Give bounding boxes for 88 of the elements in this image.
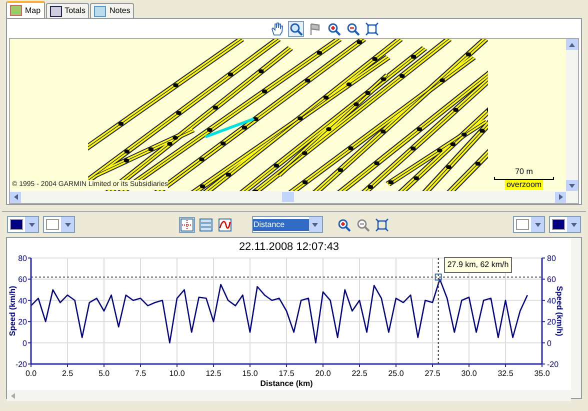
color-dropdown[interactable] bbox=[549, 216, 581, 233]
scroll-left-button[interactable] bbox=[10, 192, 21, 202]
scroll-down-button[interactable] bbox=[566, 180, 578, 191]
notes-icon bbox=[94, 6, 106, 16]
x-tick-label: 15.0 bbox=[242, 369, 258, 378]
y-tick-label: 80 bbox=[547, 254, 556, 263]
x-tick-label: 12.5 bbox=[206, 369, 222, 378]
x-tick-label: 5.0 bbox=[98, 369, 110, 378]
overzoom-label: overzoom bbox=[505, 180, 543, 190]
x-axis-label: Distance (km) bbox=[260, 379, 313, 388]
y-tick-label: 40 bbox=[18, 296, 27, 306]
x-tick-label: 22.5 bbox=[352, 369, 368, 378]
y-tick-label: 80 bbox=[18, 254, 27, 263]
chart-tool-button[interactable] bbox=[374, 216, 390, 232]
vertical-scrollbar[interactable] bbox=[571, 238, 581, 398]
horizontal-scrollbar[interactable] bbox=[10, 191, 566, 203]
y-tick-label: -20 bbox=[547, 360, 559, 369]
scroll-thumb bbox=[282, 192, 294, 202]
table-icon bbox=[50, 6, 62, 16]
map-icon bbox=[10, 5, 22, 16]
color-dropdown[interactable] bbox=[513, 216, 545, 233]
y-tick-label: 60 bbox=[18, 275, 27, 284]
axis-dropdown[interactable]: Distance bbox=[252, 216, 322, 233]
chart-tool-button[interactable] bbox=[336, 216, 352, 232]
y-tick-label: 20 bbox=[18, 318, 27, 327]
scroll-right-button[interactable] bbox=[555, 192, 566, 202]
axis-dropdown-value: Distance bbox=[252, 218, 308, 230]
tooltip: 27.9 km, 62 km/h bbox=[444, 257, 512, 274]
scale-label: 70 m bbox=[515, 167, 533, 177]
scroll-up-icon bbox=[568, 40, 576, 48]
y-axis-label: Speed (km/h) bbox=[555, 286, 564, 336]
zoom-in-icon bbox=[336, 218, 350, 232]
scroll-left-icon bbox=[8, 392, 16, 400]
zoom-out-icon bbox=[346, 22, 360, 36]
map-tool-button[interactable] bbox=[326, 20, 342, 36]
y-tick-label: 0 bbox=[22, 338, 27, 348]
chart-markers-icon bbox=[180, 218, 194, 232]
flag-icon bbox=[308, 22, 322, 36]
y-axis-label: Speed (km/h) bbox=[8, 286, 17, 336]
x-tick-label: 32.5 bbox=[498, 369, 514, 378]
map-tool-button[interactable] bbox=[364, 20, 380, 36]
y-tick-label: 40 bbox=[547, 296, 556, 306]
map-tool-button[interactable] bbox=[344, 20, 360, 36]
x-tick-label: 7.5 bbox=[134, 369, 146, 378]
scroll-left-icon bbox=[12, 193, 20, 201]
fit-icon bbox=[374, 218, 388, 232]
chart-curve-icon bbox=[218, 218, 232, 232]
zoom-out-icon bbox=[356, 218, 370, 232]
chart-title: 22.11.2008 12:07:43 bbox=[238, 240, 340, 254]
tab[interactable]: Notes bbox=[90, 3, 134, 18]
dropdown-arrow-icon bbox=[311, 220, 319, 228]
x-tick-label: 10.0 bbox=[169, 369, 185, 378]
horizontal-scrollbar[interactable] bbox=[7, 390, 571, 401]
x-tick-label: 27.5 bbox=[424, 369, 440, 378]
y-tick-label: -20 bbox=[15, 360, 27, 369]
cursor-marker bbox=[434, 274, 442, 281]
x-tick-label: 25.0 bbox=[388, 369, 404, 378]
x-tick-label: 17.5 bbox=[278, 369, 294, 378]
scroll-up-button[interactable] bbox=[566, 39, 578, 50]
hand-icon bbox=[270, 22, 284, 36]
view-button[interactable] bbox=[198, 216, 214, 232]
y-tick-label: 20 bbox=[547, 318, 556, 327]
view-button[interactable] bbox=[216, 216, 232, 232]
view-button[interactable] bbox=[178, 216, 194, 232]
y-tick-label: 0 bbox=[547, 338, 552, 348]
chart-bands-icon bbox=[198, 218, 212, 232]
x-tick-label: 0.0 bbox=[25, 369, 37, 378]
dropdown-arrow-icon bbox=[570, 220, 578, 228]
y-tick-label: 60 bbox=[547, 275, 556, 284]
dropdown-arrow-icon bbox=[534, 220, 542, 228]
x-tick-label: 20.0 bbox=[315, 369, 331, 378]
tab[interactable]: Totals bbox=[46, 3, 90, 18]
x-tick-label: 30.0 bbox=[461, 369, 477, 378]
fit-icon bbox=[364, 22, 378, 36]
scroll-right-icon bbox=[556, 193, 564, 201]
tab[interactable]: Map bbox=[6, 1, 45, 18]
vertical-scrollbar[interactable] bbox=[566, 39, 578, 203]
dropdown-arrow-icon bbox=[64, 220, 72, 228]
x-tick-label: 2.5 bbox=[62, 369, 74, 378]
x-tick-label: 35.0 bbox=[534, 369, 550, 378]
dropdown-arrow-icon bbox=[28, 220, 36, 228]
color-dropdown[interactable] bbox=[7, 216, 39, 233]
zoom-in-icon bbox=[326, 22, 340, 36]
map-tool-button[interactable] bbox=[268, 20, 284, 36]
color-dropdown[interactable] bbox=[43, 216, 75, 233]
map-tool-button[interactable] bbox=[288, 20, 304, 36]
search-icon bbox=[288, 22, 302, 36]
scroll-down-icon bbox=[568, 182, 576, 190]
